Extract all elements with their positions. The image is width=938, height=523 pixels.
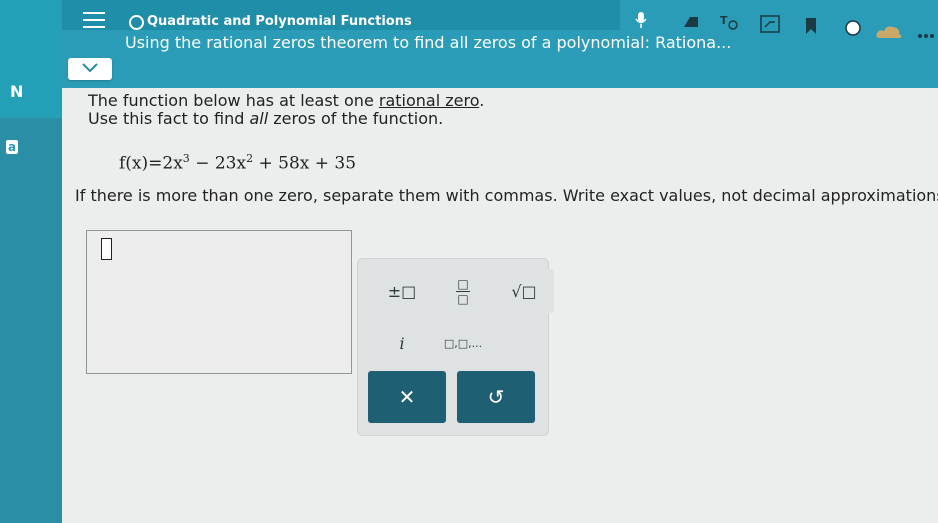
section-title: Quadratic and Polynomial Functions xyxy=(147,14,412,29)
rational-zero-link[interactable]: rational zero xyxy=(379,91,479,110)
bookmark-icon[interactable] xyxy=(798,14,824,38)
section-status-circle-icon xyxy=(129,15,144,30)
text-cursor xyxy=(101,238,112,260)
circle-icon[interactable] xyxy=(840,16,866,40)
collapse-button[interactable] xyxy=(68,58,112,80)
fraction-numerator: □ xyxy=(457,276,469,291)
formula-part: − 23x xyxy=(189,153,247,174)
imaginary-unit-button[interactable]: i xyxy=(372,321,432,365)
left-strip xyxy=(0,0,62,523)
function-formula: f(x)=2x3 − 23x2 + 58x + 35 xyxy=(119,152,356,174)
svg-text:T: T xyxy=(720,14,728,27)
list-button[interactable]: □,□,... xyxy=(433,321,493,365)
fraction-button[interactable]: □ □ xyxy=(433,269,493,313)
left-strip-shade xyxy=(0,118,62,523)
mic-icon[interactable] xyxy=(628,8,654,32)
left-letter-n: N xyxy=(10,82,24,101)
formula-part: + 58x + 35 xyxy=(253,153,357,174)
hamburger-icon[interactable] xyxy=(83,12,105,28)
sqrt-button[interactable]: √□ xyxy=(494,269,554,313)
problem-intro-line-1: The function below has at least one rati… xyxy=(88,91,484,110)
chevron-down-icon xyxy=(82,63,98,73)
resize-icon[interactable] xyxy=(757,12,783,36)
problem-intro-line-2: Use this fact to find all zeros of the f… xyxy=(88,109,443,128)
intro-text: Use this fact to find xyxy=(88,109,250,128)
highlighter-icon[interactable] xyxy=(678,10,704,34)
instructions: If there is more than one zero, separate… xyxy=(75,186,938,205)
math-keypad: ±□ □ □ √□ i □,□,... ✕ ↺ xyxy=(357,258,554,436)
undo-button[interactable]: ↺ xyxy=(457,371,535,423)
left-letter-a[interactable]: a xyxy=(6,140,18,154)
plus-minus-button[interactable]: ±□ xyxy=(372,269,432,313)
page-title: Using the rational zeros theorem to find… xyxy=(125,33,732,52)
answer-input[interactable] xyxy=(86,230,352,374)
intro-emphasis: all xyxy=(249,109,269,128)
formula-exponent: 3 xyxy=(182,152,190,165)
intro-text: zeros of the function. xyxy=(268,109,444,128)
intro-text: The function below has at least one xyxy=(88,91,379,110)
intro-period: . xyxy=(479,91,485,110)
tts-icon[interactable]: T xyxy=(716,10,742,34)
formula-part: f(x)=2x xyxy=(119,153,183,174)
fraction-denominator: □ xyxy=(457,291,469,306)
clear-button[interactable]: ✕ xyxy=(368,371,446,423)
more-icon[interactable] xyxy=(915,24,937,48)
cloud-icon[interactable] xyxy=(874,20,904,44)
